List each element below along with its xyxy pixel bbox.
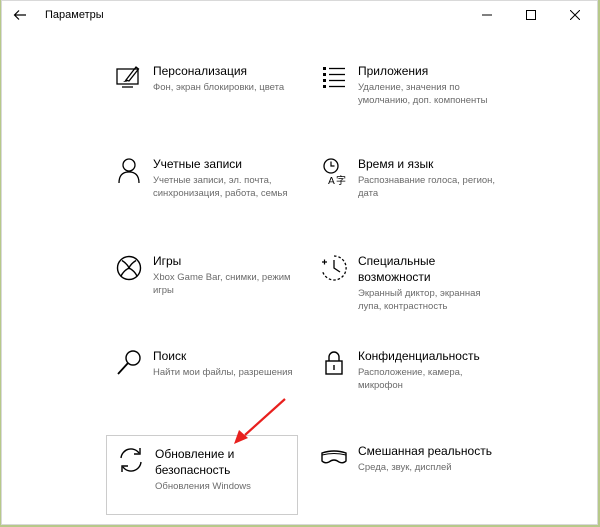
window-title: Параметры — [45, 9, 104, 21]
xbox-icon — [116, 255, 142, 281]
update-icon — [120, 448, 142, 472]
tile-description: Обновления Windows — [155, 481, 251, 492]
tile-description: Распознавание голоса, регион, дата — [358, 175, 496, 199]
maximize-icon — [526, 10, 536, 20]
svg-text:A: A — [328, 176, 335, 186]
person-icon — [118, 158, 140, 184]
tile-time-language[interactable]: A 字 Время и язык Распознавание голоса, р… — [311, 156, 503, 236]
tile-title: Специальные возможности — [358, 254, 436, 284]
apps-icon — [323, 67, 345, 88]
personalization-icon — [116, 66, 140, 88]
tile-personalization[interactable]: Персонализация Фон, экран блокировки, цв… — [106, 63, 298, 143]
tile-update-security[interactable]: Обновление и безопасность Обновления Win… — [106, 435, 298, 515]
tile-apps[interactable]: Приложения Удаление, значения по умолчан… — [311, 63, 503, 143]
minimize-icon — [482, 14, 492, 16]
tile-accounts[interactable]: Учетные записи Учетные записи, эл. почта… — [106, 156, 298, 236]
minimize-button[interactable] — [465, 1, 509, 29]
tile-title: Учетные записи — [153, 157, 242, 171]
tile-title: Игры — [153, 254, 182, 268]
tile-title: Персонализация — [153, 64, 248, 78]
tile-description: Найти мои файлы, разрешения — [153, 367, 293, 378]
ease-of-access-icon — [321, 255, 347, 281]
tile-title: Конфиденциальность — [358, 349, 480, 363]
tile-title: Обновление и безопасность — [155, 447, 235, 477]
tile-title: Время и язык — [358, 157, 434, 171]
tile-description: Учетные записи, эл. почта, синхронизация… — [153, 175, 288, 199]
tile-description: Экранный диктор, экранная лупа, контраст… — [358, 288, 481, 312]
tile-description: Удаление, значения по умолчанию, доп. ко… — [358, 82, 488, 106]
annotation-arrow-icon — [234, 398, 286, 444]
tile-title: Поиск — [153, 349, 187, 363]
back-arrow-icon — [13, 10, 26, 20]
back-button[interactable] — [8, 3, 32, 27]
tile-description: Среда, звук, дисплей — [358, 462, 452, 473]
mixed-reality-icon — [321, 450, 347, 464]
tile-gaming[interactable]: Игры Xbox Game Bar, снимки, режим игры — [106, 253, 298, 333]
maximize-button[interactable] — [509, 1, 553, 29]
tile-description: Xbox Game Bar, снимки, режим игры — [153, 272, 291, 296]
search-icon — [117, 350, 141, 375]
svg-text:字: 字 — [336, 174, 346, 186]
tile-description: Расположение, камера, микрофон — [358, 367, 463, 391]
tile-privacy[interactable]: Конфиденциальность Расположение, камера,… — [311, 348, 503, 428]
close-icon — [570, 10, 580, 20]
close-button[interactable] — [553, 1, 597, 29]
tile-description: Фон, экран блокировки, цвета — [153, 82, 285, 93]
lock-icon — [325, 351, 343, 375]
tile-ease-of-access[interactable]: Специальные возможности Экранный диктор,… — [311, 253, 503, 333]
settings-window: Параметры Персонализация Фон, экран блок… — [1, 0, 598, 525]
tile-mixed-reality[interactable]: Смешанная реальность Среда, звук, диспле… — [311, 443, 503, 523]
time-language-icon: A 字 — [323, 158, 346, 186]
tile-title: Смешанная реальность — [358, 444, 492, 458]
title-bar: Параметры — [2, 1, 597, 29]
tile-title: Приложения — [358, 64, 429, 78]
tile-search[interactable]: Поиск Найти мои файлы, разрешения — [106, 348, 298, 428]
